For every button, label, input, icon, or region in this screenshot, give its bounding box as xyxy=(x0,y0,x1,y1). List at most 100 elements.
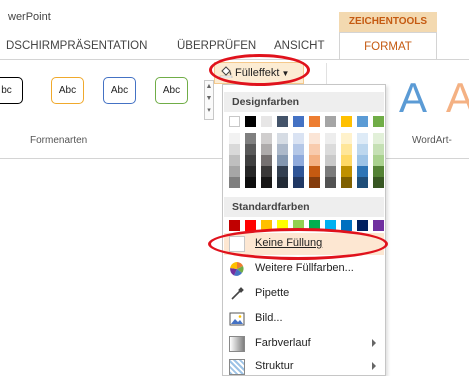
theme-shade-swatch[interactable] xyxy=(277,166,288,177)
theme-shade-swatch[interactable] xyxy=(309,177,320,188)
theme-shade-swatch[interactable] xyxy=(293,144,304,155)
theme-shade-swatch[interactable] xyxy=(293,177,304,188)
menu-item-eyedropper[interactable]: Pipette xyxy=(224,283,384,305)
annotation-ellipse-no-fill xyxy=(208,228,388,260)
shape-style-3[interactable]: Abc xyxy=(103,77,136,104)
theme-shade-swatch[interactable] xyxy=(325,166,336,177)
menu-item-gradient[interactable]: Farbverlauf xyxy=(224,333,384,355)
theme-color-swatch[interactable] xyxy=(261,116,272,127)
shape-style-1[interactable]: bc xyxy=(0,77,23,104)
theme-shade-swatch[interactable] xyxy=(341,177,352,188)
theme-color-swatch[interactable] xyxy=(309,116,320,127)
theme-shade-swatch[interactable] xyxy=(245,144,256,155)
texture-icon xyxy=(229,359,245,375)
wordart-style-orange[interactable]: A xyxy=(446,74,469,122)
theme-color-swatch[interactable] xyxy=(373,116,384,127)
gallery-scrollbar[interactable]: ▲ ▼ ▾ xyxy=(204,80,214,120)
submenu-arrow-icon xyxy=(372,362,376,370)
theme-shade-swatch[interactable] xyxy=(229,144,240,155)
theme-shade-swatch[interactable] xyxy=(373,166,384,177)
theme-shade-swatch[interactable] xyxy=(261,144,272,155)
theme-shade-swatch[interactable] xyxy=(277,155,288,166)
theme-shade-swatch[interactable] xyxy=(373,133,384,144)
theme-shade-swatch[interactable] xyxy=(245,166,256,177)
standard-color-swatch[interactable] xyxy=(357,220,368,231)
theme-shade-swatch[interactable] xyxy=(325,133,336,144)
theme-color-swatch[interactable] xyxy=(341,116,352,127)
menu-item-more-colors-label: Weitere Füllfarben... xyxy=(255,262,354,274)
theme-shade-swatch[interactable] xyxy=(293,155,304,166)
theme-shade-swatch[interactable] xyxy=(229,166,240,177)
theme-shade-swatch[interactable] xyxy=(309,133,320,144)
tab-format[interactable]: FORMAT xyxy=(339,32,437,60)
group-label-wordart: WordArt- xyxy=(412,135,452,146)
theme-shade-swatch[interactable] xyxy=(373,155,384,166)
menu-item-texture[interactable]: Struktur xyxy=(224,356,384,376)
theme-shade-swatch[interactable] xyxy=(245,155,256,166)
color-wheel-icon xyxy=(229,261,245,277)
theme-color-swatch[interactable] xyxy=(357,116,368,127)
theme-shade-swatch[interactable] xyxy=(341,133,352,144)
theme-shade-swatch[interactable] xyxy=(229,155,240,166)
menu-item-more-colors[interactable]: Weitere Füllfarben... xyxy=(224,258,384,280)
theme-shade-swatch[interactable] xyxy=(261,177,272,188)
theme-color-swatch[interactable] xyxy=(229,116,240,127)
theme-color-swatch[interactable] xyxy=(293,116,304,127)
theme-shade-swatch[interactable] xyxy=(245,177,256,188)
shape-style-4[interactable]: Abc xyxy=(155,77,188,104)
theme-shade-swatch[interactable] xyxy=(261,166,272,177)
tab-slideshow[interactable]: DSCHIRMPRÄSENTATION xyxy=(6,40,147,52)
theme-shade-swatch[interactable] xyxy=(309,144,320,155)
shape-style-2[interactable]: Abc xyxy=(51,77,84,104)
annotation-ellipse-fill-button xyxy=(209,54,310,86)
submenu-arrow-icon xyxy=(372,339,376,347)
theme-shade-swatch[interactable] xyxy=(373,177,384,188)
theme-shade-swatch[interactable] xyxy=(325,155,336,166)
theme-color-swatch[interactable] xyxy=(277,116,288,127)
theme-colors-header: Designfarben xyxy=(224,92,384,112)
menu-item-eyedropper-label: Pipette xyxy=(255,287,290,299)
theme-shade-swatch[interactable] xyxy=(229,133,240,144)
standard-colors-header: Standardfarben xyxy=(224,197,384,217)
menu-item-picture-label: Bild... xyxy=(255,312,283,324)
group-label-shape-styles: Formenarten xyxy=(30,135,88,146)
theme-shade-swatch[interactable] xyxy=(309,155,320,166)
theme-shade-swatch[interactable] xyxy=(357,133,368,144)
theme-shade-swatch[interactable] xyxy=(357,166,368,177)
theme-shade-swatch[interactable] xyxy=(261,133,272,144)
theme-shade-swatch[interactable] xyxy=(245,133,256,144)
picture-icon xyxy=(229,311,245,327)
wordart-style-blue[interactable]: A xyxy=(399,74,427,122)
standard-color-swatch[interactable] xyxy=(373,220,384,231)
theme-shade-swatch[interactable] xyxy=(293,166,304,177)
theme-shade-swatch[interactable] xyxy=(325,177,336,188)
theme-color-swatch[interactable] xyxy=(325,116,336,127)
theme-shade-swatch[interactable] xyxy=(309,166,320,177)
theme-shade-swatch[interactable] xyxy=(277,177,288,188)
tab-view[interactable]: ANSICHT xyxy=(274,40,324,52)
theme-shade-swatch[interactable] xyxy=(341,155,352,166)
menu-item-picture[interactable]: Bild... xyxy=(224,308,384,330)
tab-review[interactable]: ÜBERPRÜFEN xyxy=(177,40,256,52)
theme-shade-swatch[interactable] xyxy=(293,133,304,144)
drawing-tools-context-label: ZEICHENTOOLS xyxy=(339,12,437,32)
theme-shade-swatch[interactable] xyxy=(325,144,336,155)
theme-shade-swatch[interactable] xyxy=(357,177,368,188)
theme-shade-swatch[interactable] xyxy=(357,144,368,155)
theme-shade-swatch[interactable] xyxy=(357,155,368,166)
gradient-icon xyxy=(229,336,245,352)
app-title: werPoint xyxy=(8,11,51,23)
theme-shade-swatch[interactable] xyxy=(373,144,384,155)
menu-item-texture-label: Struktur xyxy=(255,360,294,372)
theme-shade-swatch[interactable] xyxy=(261,155,272,166)
theme-shade-swatch[interactable] xyxy=(277,144,288,155)
theme-shade-swatch[interactable] xyxy=(229,177,240,188)
standard-color-swatch[interactable] xyxy=(229,220,240,231)
theme-shade-swatch[interactable] xyxy=(341,166,352,177)
theme-shade-swatch[interactable] xyxy=(277,133,288,144)
gallery-down-icon[interactable]: ▼ xyxy=(205,93,213,105)
gallery-more-icon[interactable]: ▾ xyxy=(205,105,213,117)
theme-color-swatch[interactable] xyxy=(245,116,256,127)
theme-shade-swatch[interactable] xyxy=(341,144,352,155)
gallery-up-icon[interactable]: ▲ xyxy=(205,81,213,93)
